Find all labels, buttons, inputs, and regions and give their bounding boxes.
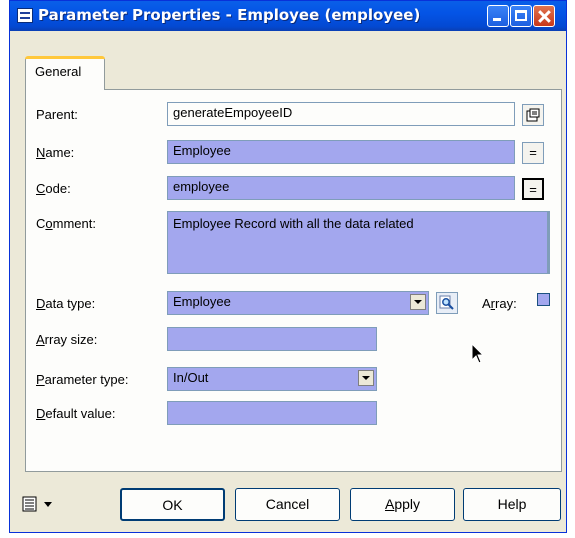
close-button[interactable] bbox=[533, 5, 555, 27]
maximize-button[interactable] bbox=[510, 5, 532, 27]
apply-button[interactable]: Apply bbox=[350, 488, 455, 521]
browse-data-type-button[interactable] bbox=[436, 292, 458, 314]
array-size-label: Array size: bbox=[36, 332, 98, 347]
code-equal-button[interactable]: = bbox=[522, 178, 544, 200]
array-checkbox[interactable] bbox=[537, 293, 550, 306]
parameter-type-label: Parameter type: bbox=[36, 372, 129, 387]
dialog-window: Parameter Properties - Employee (employe… bbox=[9, 0, 567, 533]
parent-properties-button[interactable] bbox=[522, 104, 544, 126]
parameter-type-value: In/Out bbox=[173, 370, 209, 385]
parent-field: generateEmpoyeeID bbox=[167, 102, 515, 126]
help-button[interactable]: Help bbox=[463, 488, 561, 521]
comment-label: Comment: bbox=[36, 216, 96, 231]
minimize-button[interactable] bbox=[487, 5, 509, 27]
default-value-label: Default value: bbox=[36, 406, 116, 421]
chevron-down-icon[interactable] bbox=[410, 294, 426, 310]
name-input[interactable]: Employee bbox=[167, 140, 515, 164]
search-icon bbox=[439, 295, 454, 310]
code-label: Code: bbox=[36, 181, 71, 196]
title-bar[interactable]: Parameter Properties - Employee (employe… bbox=[10, 1, 566, 31]
comment-textarea[interactable]: Employee Record with all the data relate… bbox=[167, 211, 550, 274]
mouse-cursor-icon bbox=[471, 343, 485, 364]
parent-label: Parent: bbox=[36, 107, 78, 122]
parameter-type-select[interactable]: In/Out bbox=[167, 367, 377, 391]
tab-general[interactable]: General bbox=[25, 56, 105, 90]
data-type-value: Employee bbox=[173, 294, 231, 309]
chevron-down-icon[interactable] bbox=[358, 370, 374, 386]
list-menu-icon bbox=[22, 496, 52, 512]
data-type-label: Data type: bbox=[36, 296, 96, 311]
name-equal-button[interactable]: = bbox=[522, 142, 544, 164]
ok-button[interactable]: OK bbox=[120, 488, 225, 521]
name-label: Name: bbox=[36, 145, 75, 160]
cancel-button[interactable]: Cancel bbox=[235, 488, 340, 521]
array-label: Array: bbox=[482, 296, 517, 311]
list-menu-button[interactable] bbox=[18, 488, 78, 521]
tab-general-label: General bbox=[35, 64, 82, 79]
properties-icon bbox=[526, 108, 540, 122]
default-value-input[interactable] bbox=[167, 401, 377, 425]
code-input[interactable]: employee bbox=[167, 176, 515, 200]
property-sheet-icon bbox=[17, 8, 33, 23]
window-title: Parameter Properties - Employee (employe… bbox=[38, 6, 421, 24]
array-size-input[interactable] bbox=[167, 327, 377, 351]
data-type-select[interactable]: Employee bbox=[167, 291, 429, 315]
